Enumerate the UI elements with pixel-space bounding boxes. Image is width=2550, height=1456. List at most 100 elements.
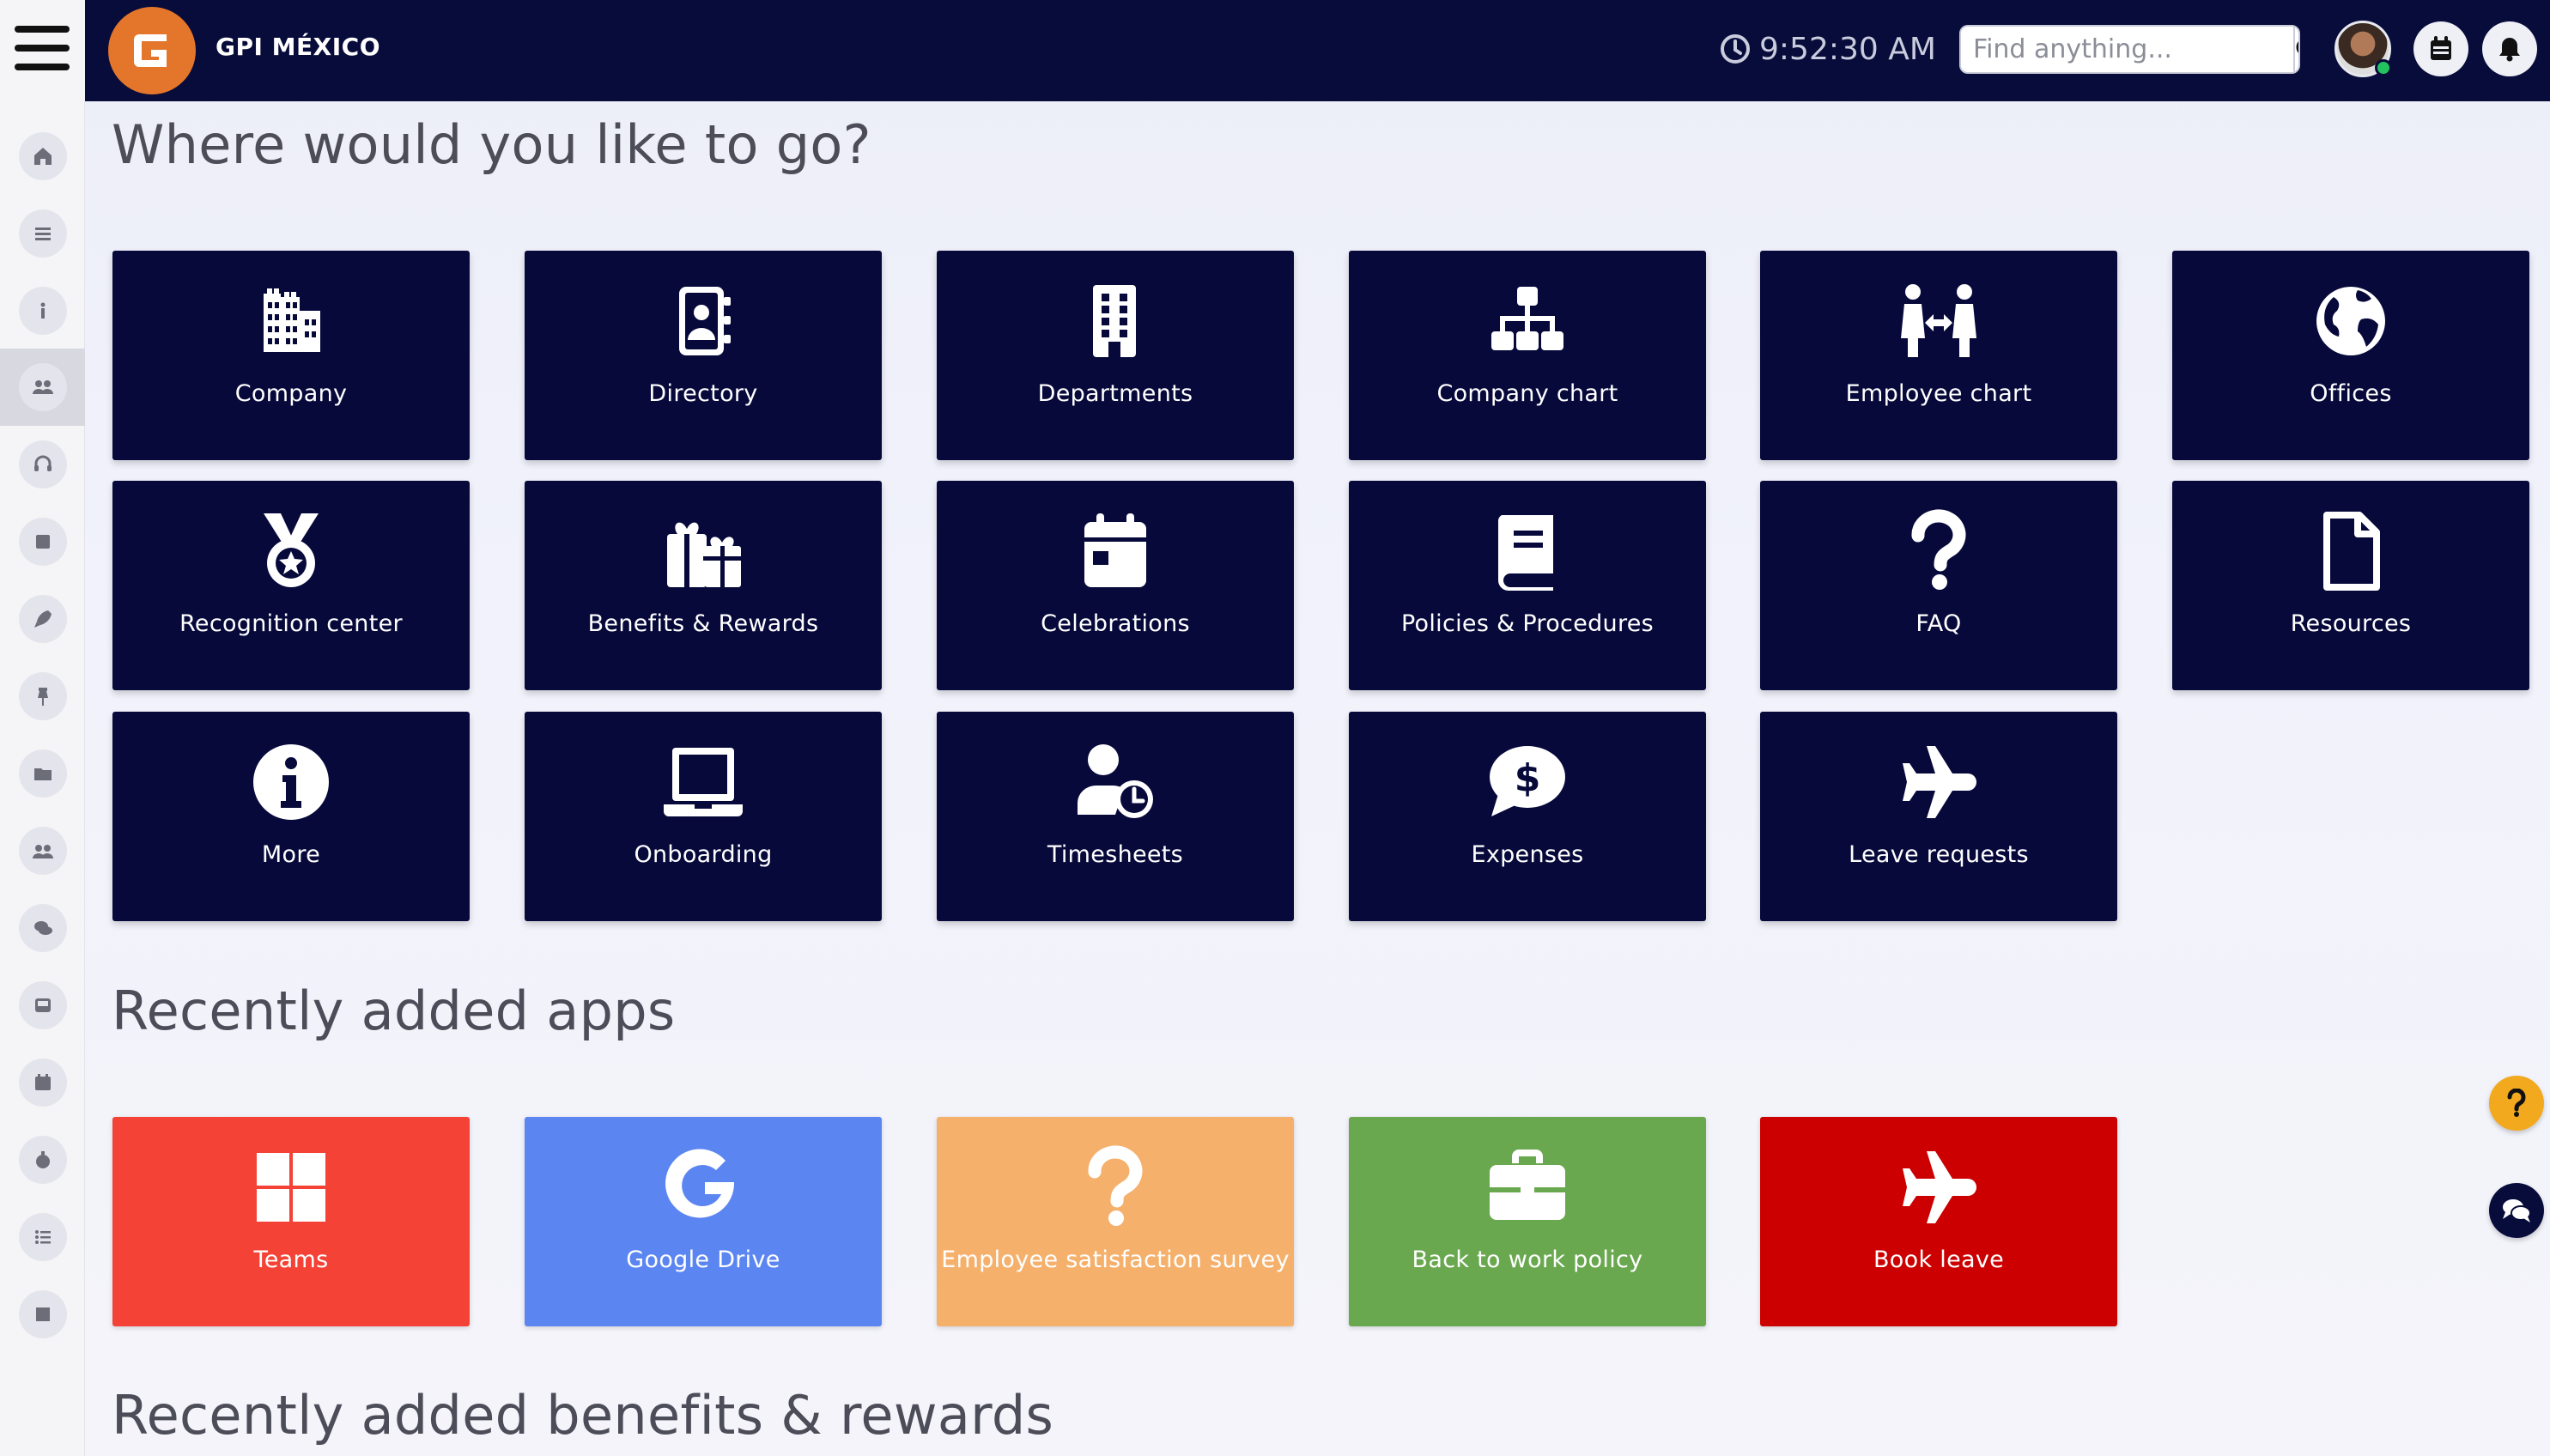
nav-tile-departments[interactable]: Departments — [937, 251, 1294, 460]
nav-tile-label: Expenses — [1471, 841, 1584, 868]
sidebar-item-group[interactable] — [0, 812, 85, 889]
sidebar-item-square[interactable] — [0, 503, 85, 580]
nav-tile-label: Employee chart — [1845, 380, 2032, 407]
hamburger-line — [15, 26, 70, 33]
sidebar-item-chat[interactable] — [0, 889, 85, 967]
nav-tile-resources[interactable]: Resources — [2172, 481, 2529, 690]
nav-tile-label: Onboarding — [634, 841, 773, 868]
nav-tile-policies-procedures[interactable]: Policies & Procedures — [1349, 481, 1706, 690]
chat-icon — [18, 904, 67, 952]
calendar-day-icon — [937, 507, 1294, 596]
app-tile-label: Book leave — [1873, 1247, 2005, 1273]
sidebar-item-users[interactable] — [0, 349, 85, 426]
org-chart-icon — [1349, 276, 1706, 366]
nav-tile-celebrations[interactable]: Celebrations — [937, 481, 1294, 690]
folder-icon — [18, 749, 67, 798]
app-tile-employee-satisfaction-survey[interactable]: Employee satisfaction survey — [937, 1117, 1294, 1326]
nav-tile-leave-requests[interactable]: Leave requests — [1760, 712, 2117, 921]
plane-icon — [1760, 737, 2117, 827]
nav-tile-faq[interactable]: FAQ — [1760, 481, 2117, 690]
bell-icon — [2499, 38, 2520, 62]
help-button[interactable] — [2489, 1076, 2544, 1131]
section-title-navigation: Where would you like to go? — [112, 113, 871, 176]
clock-time: 9:52:30 AM — [1759, 31, 1936, 67]
nav-tile-label: Resources — [2290, 610, 2412, 637]
search-icon — [2296, 40, 2298, 53]
company-logo[interactable] — [108, 7, 196, 94]
nav-tile-label: More — [261, 841, 321, 868]
nav-tile-company[interactable]: Company — [112, 251, 470, 460]
list-ul-icon — [18, 1213, 67, 1261]
nav-tile-label: Company chart — [1436, 380, 1618, 407]
app-tile-label: Teams — [253, 1247, 329, 1273]
section-title-recent-apps: Recently added apps — [112, 980, 676, 1042]
sidebar — [0, 101, 85, 1456]
app-tile-book-leave[interactable]: Book leave — [1760, 1117, 2117, 1326]
nav-tile-company-chart[interactable]: Company chart — [1349, 251, 1706, 460]
sidebar-item-pin[interactable] — [0, 658, 85, 735]
section-title-recent-benefits: Recently added benefits & rewards — [112, 1384, 1054, 1447]
notifications-button[interactable] — [2482, 21, 2537, 76]
nav-tile-employee-chart[interactable]: Employee chart — [1760, 251, 2117, 460]
search-box — [1959, 25, 2300, 74]
hamburger-line — [15, 45, 70, 52]
question-icon — [1760, 507, 2117, 596]
sidebar-item-rocket[interactable] — [0, 580, 85, 658]
search-button[interactable] — [2293, 27, 2298, 72]
search-input[interactable] — [1961, 27, 2293, 72]
nav-tile-timesheets[interactable]: Timesheets — [937, 712, 1294, 921]
nav-tile-onboarding[interactable]: Onboarding — [525, 712, 882, 921]
sidebar-item-list[interactable] — [0, 195, 85, 272]
nav-tile-benefits-rewards[interactable]: Benefits & Rewards — [525, 481, 882, 690]
question-icon — [937, 1143, 1294, 1232]
nav-tile-offices[interactable]: Offices — [2172, 251, 2529, 460]
sidebar-item-home[interactable] — [0, 118, 85, 195]
info-circle-icon — [112, 737, 470, 827]
app-tile-back-to-work-policy[interactable]: Back to work policy — [1349, 1117, 1706, 1326]
plane-icon — [1760, 1143, 2117, 1232]
menu-toggle-button[interactable] — [0, 0, 85, 101]
inbox-icon — [18, 981, 67, 1029]
svg-text:$: $ — [1515, 756, 1541, 800]
user-avatar[interactable] — [2334, 21, 2392, 77]
windows-icon — [112, 1143, 470, 1232]
pin-icon — [18, 672, 67, 720]
sidebar-item-stopwatch[interactable] — [0, 1121, 85, 1198]
medal-icon — [112, 507, 470, 596]
nav-tile-recognition-center[interactable]: Recognition center — [112, 481, 470, 690]
logo-mark-icon — [134, 34, 167, 67]
nav-tile-more[interactable]: More — [112, 712, 470, 921]
app-tile-label: Employee satisfaction survey — [941, 1247, 1290, 1273]
users-icon — [18, 363, 67, 411]
user-clock-icon — [937, 737, 1294, 827]
info-icon — [18, 287, 67, 335]
nav-tile-label: Benefits & Rewards — [587, 610, 819, 637]
chat-icon — [2503, 1199, 2531, 1222]
sidebar-item-info[interactable] — [0, 272, 85, 349]
nav-tile-directory[interactable]: Directory — [525, 251, 882, 460]
calendar-icon — [2431, 36, 2451, 60]
google-icon — [525, 1143, 882, 1232]
chat-button[interactable] — [2489, 1183, 2544, 1238]
nav-tile-label: Departments — [1037, 380, 1193, 407]
sidebar-item-list-ul[interactable] — [0, 1198, 85, 1276]
globe-icon — [2172, 276, 2529, 366]
sidebar-item-headset[interactable] — [0, 426, 85, 503]
brand-name: GPI MÉXICO — [216, 33, 381, 61]
book-icon — [1349, 507, 1706, 596]
sidebar-item-box[interactable] — [0, 1276, 85, 1353]
sidebar-item-folder[interactable] — [0, 735, 85, 812]
nav-tile-label: Offices — [2310, 380, 2392, 407]
rocket-icon — [18, 595, 67, 643]
app-tile-teams[interactable]: Teams — [112, 1117, 470, 1326]
sidebar-item-inbox[interactable] — [0, 967, 85, 1044]
nav-tile-expenses[interactable]: $ Expenses — [1349, 712, 1706, 921]
calendar-icon — [18, 1059, 67, 1107]
clock: 9:52:30 AM — [1720, 27, 1936, 70]
people-arrows-icon — [1760, 276, 2117, 366]
nav-tile-label: Directory — [648, 380, 758, 407]
sidebar-item-calendar[interactable] — [0, 1044, 85, 1121]
calendar-button[interactable] — [2413, 21, 2468, 76]
box-icon — [18, 1290, 67, 1338]
app-tile-google-drive[interactable]: Google Drive — [525, 1117, 882, 1326]
